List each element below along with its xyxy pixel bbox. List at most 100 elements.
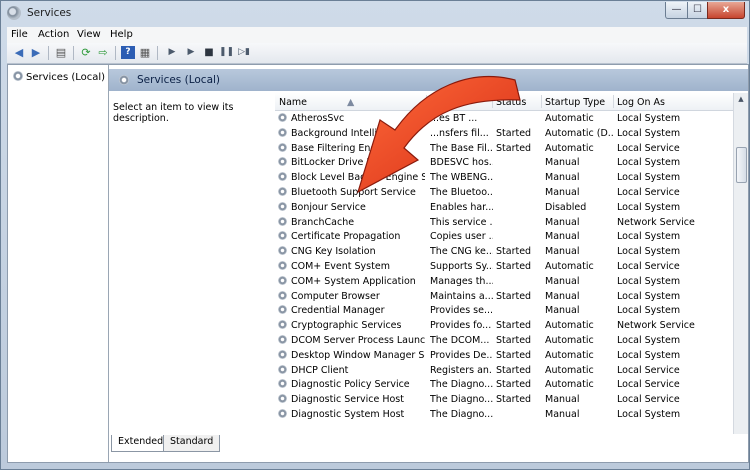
service-row[interactable]: COM+ Event System Supports Sy... Started Au… [275, 260, 733, 275]
service-log-on-as: Local System [617, 290, 681, 302]
scrollbar-thumb[interactable] [736, 147, 747, 183]
service-row[interactable]: Cryptographic Services Provides fo... Star… [275, 319, 733, 334]
service-row[interactable]: Credential Manager Provides se... Manual Lo… [275, 304, 733, 319]
service-description: The Diagno... [430, 394, 493, 406]
menu-action[interactable]: Action [38, 29, 69, 40]
service-name: Base Filtering Engin... [291, 142, 395, 154]
service-name: Background Intellig... [291, 127, 393, 139]
play-paused-icon[interactable]: ▶ [184, 46, 198, 59]
back-icon[interactable]: ◀ [12, 46, 26, 59]
service-log-on-as: Local Service [617, 187, 680, 198]
service-row[interactable]: DHCP Client Registers an... Started Automat… [275, 364, 733, 379]
service-name: BranchCache [291, 216, 355, 228]
service-name: Computer Browser [291, 290, 380, 302]
help-icon[interactable]: ? [121, 46, 135, 59]
service-log-on-as: Local System [617, 335, 681, 346]
service-row[interactable]: BitLocker Drive Encr... BDESVC hos... Manu… [275, 156, 733, 171]
service-startup-type: Manual [545, 172, 580, 184]
service-log-on-as: Local Service [617, 394, 680, 406]
tree-item-label: Services (Local) [26, 72, 106, 83]
service-status: Started [496, 320, 532, 332]
service-row[interactable]: Bluetooth Support Service The Bluetoo... M… [275, 186, 733, 201]
service-description: The Bluetoo... [430, 187, 493, 198]
service-log-on-as: Local Service [617, 142, 680, 154]
stop-icon[interactable]: ■ [202, 46, 216, 59]
service-gear-icon [278, 394, 287, 404]
service-startup-type: Automatic [545, 349, 594, 361]
service-row[interactable]: DCOM Server Process Launcher The DCOM... S… [275, 334, 733, 349]
service-gear-icon [278, 172, 287, 182]
tree-item-services-local[interactable]: Services (Local) [13, 71, 105, 83]
menu-view[interactable]: View [77, 29, 101, 40]
service-row[interactable]: Background Intellig... ...nsfers fil... St… [275, 127, 733, 142]
service-description: The WBENG... [430, 172, 493, 184]
scroll-up-icon[interactable]: ▲ [734, 93, 748, 106]
service-name: BitLocker Drive Encr... [291, 157, 396, 169]
maximize-button[interactable]: ☐ [687, 2, 708, 19]
service-row[interactable]: Desktop Window Manager Ses... Provides De… [275, 349, 733, 364]
service-row[interactable]: Base Filtering Engin... The Base Fil... St… [275, 142, 733, 157]
service-row[interactable]: Diagnostic Service Host The Diagno... Star… [275, 393, 733, 408]
service-row[interactable]: COM+ System Application Manages th... Manu… [275, 275, 733, 290]
column-header-status[interactable]: Status [496, 97, 526, 108]
service-description: Provides fo... [430, 320, 492, 332]
service-description: Registers an... [430, 364, 493, 376]
service-name: COM+ System Application [291, 275, 416, 287]
service-gear-icon [278, 261, 287, 270]
service-name: DCOM Server Process Launcher [291, 335, 425, 346]
description-prompt: Select an item to view its description. [113, 102, 234, 124]
service-row[interactable]: Diagnostic System Host The Diagno... Manua… [275, 408, 733, 423]
service-row[interactable]: Bonjour Service Enables har... Disabled Loc… [275, 201, 733, 216]
service-row[interactable]: AtherosSvc ...es BT ... Automatic Local Sys… [275, 112, 733, 127]
vertical-scrollbar[interactable]: ▲ [733, 93, 748, 434]
play-icon[interactable]: ▶ [165, 46, 179, 59]
column-header-log-on-as[interactable]: Log On As [617, 97, 665, 108]
properties-icon[interactable]: ▦ [138, 46, 152, 59]
services-app-icon [7, 6, 21, 20]
service-description: Manages th... [430, 275, 493, 287]
service-log-on-as: Local System [617, 349, 681, 361]
service-status: Started [496, 290, 532, 302]
service-description: The DCOM... [430, 335, 490, 346]
service-row[interactable]: BranchCache This service ... Manual Network… [275, 216, 733, 231]
menu-file[interactable]: File [11, 29, 28, 40]
tab-extended[interactable]: Extended [111, 435, 171, 452]
column-header-startup-type[interactable]: Startup Type [545, 97, 605, 108]
service-description: ...nsfers fil... [430, 127, 489, 139]
service-log-on-as: Local System [617, 305, 681, 317]
restart-icon[interactable]: ▷▮ [237, 46, 251, 59]
service-name: AtherosSvc [291, 113, 345, 124]
close-button[interactable]: x [707, 2, 745, 19]
forward-icon[interactable]: ▶ [29, 46, 43, 59]
service-description: The Diagno... [430, 409, 493, 420]
service-log-on-as: Local System [617, 157, 681, 169]
export-list-icon[interactable]: ⇨ [96, 46, 110, 59]
console-tree: Services (Local) [8, 65, 109, 462]
service-startup-type: Manual [545, 187, 580, 198]
service-log-on-as: Network Service [617, 216, 695, 228]
service-gear-icon [278, 379, 287, 389]
pause-icon[interactable]: ❚❚ [219, 46, 234, 59]
service-row[interactable]: CNG Key Isolation The CNG ke... Started Man… [275, 245, 733, 260]
service-startup-type: Automatic [545, 379, 594, 391]
menu-help[interactable]: Help [110, 29, 133, 40]
show-hide-tree-icon[interactable]: ▤ [54, 46, 68, 59]
column-header-name[interactable]: Name [279, 97, 307, 108]
service-status: Started [496, 142, 532, 154]
service-row[interactable]: Certificate Propagation Copies user ... Ma… [275, 230, 733, 245]
service-startup-type: Automatic [545, 364, 594, 376]
minimize-button[interactable]: — [665, 2, 688, 19]
service-description: This service ... [430, 216, 493, 228]
tab-standard[interactable]: Standard [163, 435, 221, 452]
service-row[interactable]: Diagnostic Policy Service The Diagno... St… [275, 378, 733, 393]
search-icon [119, 75, 129, 85]
service-gear-icon [278, 335, 287, 344]
service-startup-type: Automatic [545, 335, 594, 346]
service-row[interactable]: Block Level Backup Engine Ser... The WBEN… [275, 171, 733, 186]
service-name: DHCP Client [291, 364, 349, 376]
service-gear-icon [278, 320, 287, 330]
window-title: Services [27, 7, 72, 19]
refresh-icon[interactable]: ⟳ [79, 46, 93, 59]
service-row[interactable]: Computer Browser Maintains a... Started Man… [275, 290, 733, 305]
service-gear-icon [278, 290, 287, 300]
